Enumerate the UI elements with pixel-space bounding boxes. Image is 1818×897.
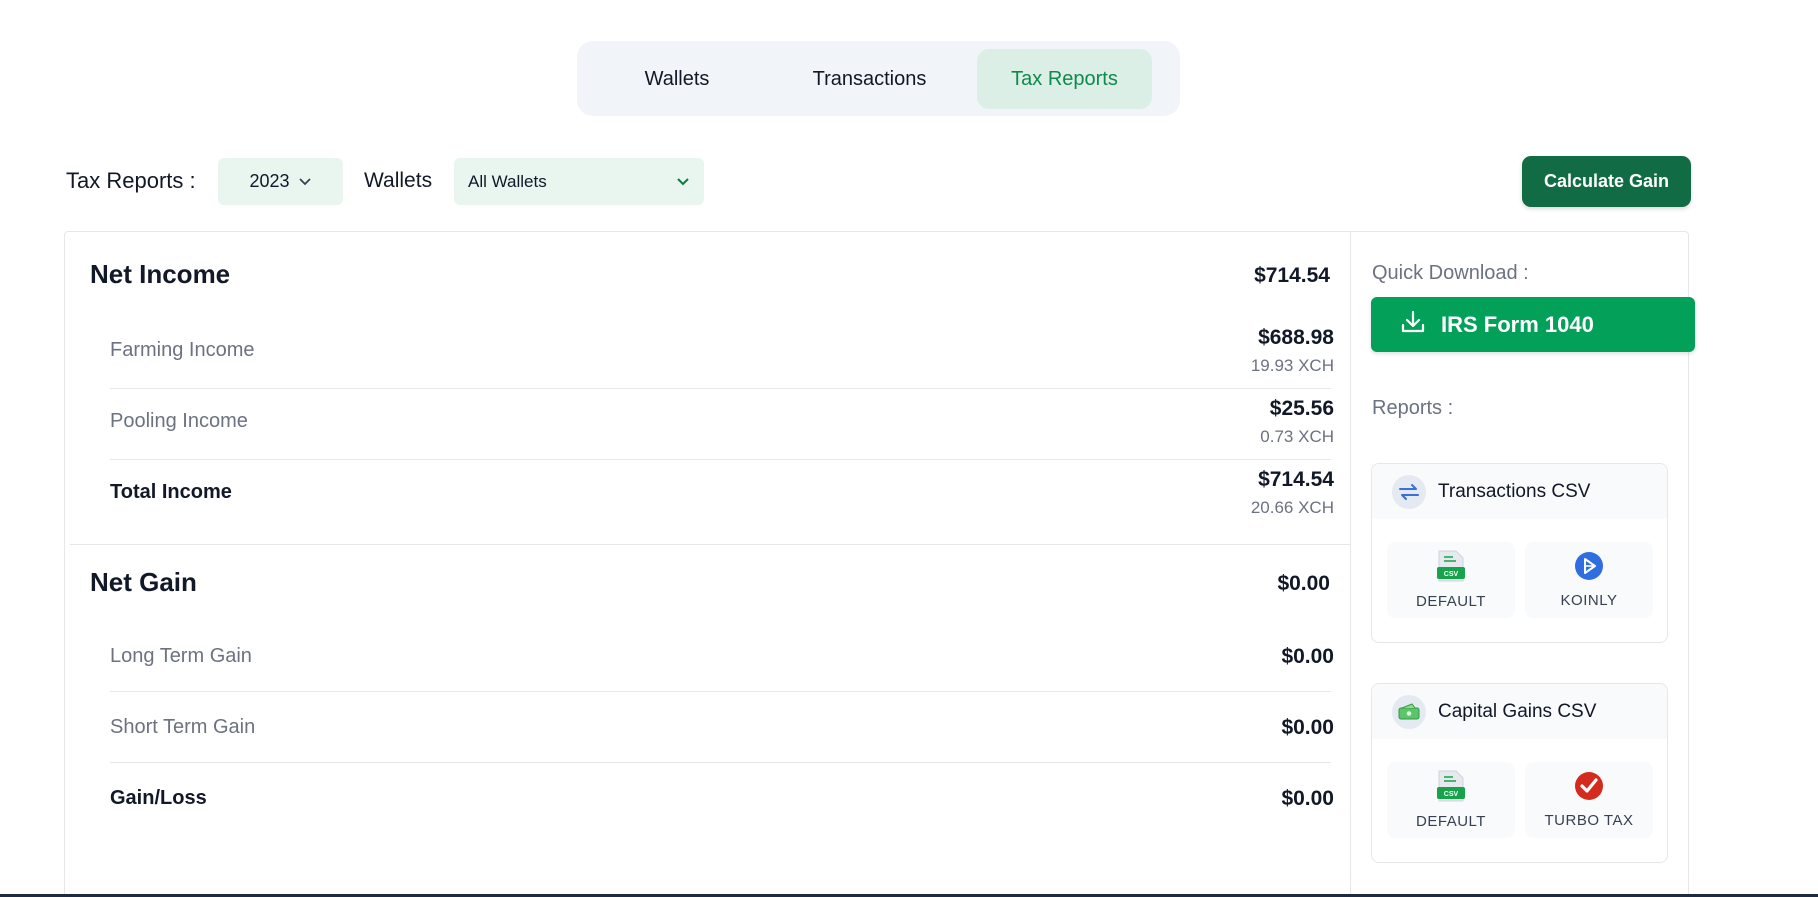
report-title: Transactions CSV <box>1438 480 1591 502</box>
row-xch-value: 0.73 XCH <box>1260 427 1334 446</box>
option-label: TURBO TAX <box>1544 812 1634 829</box>
section-divider <box>70 544 1351 545</box>
reports-label: Reports : <box>1372 397 1454 419</box>
year-value: 2023 <box>249 171 290 191</box>
capital-gains-turbotax-download[interactable]: TURBO TAX <box>1525 762 1653 838</box>
summary-pane: Net Income $714.54 Farming Income $688.9… <box>65 232 1351 897</box>
capital-gains-default-download[interactable]: CSV DEFAULT <box>1387 762 1515 838</box>
net-gain-title: Net Gain <box>90 567 197 597</box>
table-row-long-term-gain: Long Term Gain $0.00 <box>110 621 1334 692</box>
cash-icon <box>1392 694 1426 729</box>
table-row-gain-loss: Gain/Loss $0.00 <box>110 763 1334 834</box>
chevron-down-icon <box>298 177 312 187</box>
tab-transactions[interactable]: Transactions <box>792 49 947 109</box>
row-label: Gain/Loss <box>110 787 207 809</box>
tab-wallets[interactable]: Wallets <box>617 49 737 109</box>
svg-text:CSV: CSV <box>1444 791 1459 798</box>
irs-form-label: IRS Form 1040 <box>1441 311 1594 337</box>
table-row-total-income: Total Income $714.54 20.66 XCH <box>110 460 1334 531</box>
turbotax-check-icon <box>1574 771 1604 806</box>
chevron-down-icon <box>676 177 690 187</box>
row-label: Farming Income <box>110 339 255 361</box>
row-usd-value: $714.54 <box>1258 468 1334 491</box>
report-card-header: Capital Gains CSV <box>1372 684 1667 739</box>
transactions-csv-card: Transactions CSV CSV DEFAULT KOINLY <box>1371 463 1668 643</box>
report-title: Capital Gains CSV <box>1438 700 1597 722</box>
tax-report-card: Net Income $714.54 Farming Income $688.9… <box>64 231 1695 897</box>
wallets-label: Wallets <box>364 169 433 192</box>
downloads-pane: Quick Download : IRS Form 1040 Reports :… <box>1351 232 1695 897</box>
net-gain-value: $0.00 <box>1277 572 1330 595</box>
year-select[interactable]: 2023 <box>218 158 343 205</box>
table-row-short-term-gain: Short Term Gain $0.00 <box>110 692 1334 763</box>
row-label: Long Term Gain <box>110 645 252 667</box>
tax-reports-label: Tax Reports : <box>66 168 196 193</box>
csv-file-icon: CSV <box>1436 550 1466 587</box>
irs-form-download-button[interactable]: IRS Form 1040 <box>1371 297 1695 352</box>
report-card-header: Transactions CSV <box>1372 464 1667 519</box>
row-usd-value: $0.00 <box>1281 787 1334 810</box>
row-usd-value: $0.00 <box>1281 716 1334 739</box>
table-row-farming-income: Farming Income $688.98 19.93 XCH <box>110 318 1334 389</box>
option-label: DEFAULT <box>1416 813 1486 830</box>
capital-gains-csv-card: Capital Gains CSV CSV DEFAULT TURBO TAX <box>1371 683 1668 863</box>
row-usd-value: $688.98 <box>1258 326 1334 349</box>
wallet-select[interactable]: All Wallets <box>454 158 704 205</box>
svg-text:CSV: CSV <box>1444 571 1459 578</box>
row-label: Short Term Gain <box>110 716 256 738</box>
row-label: Total Income <box>110 481 232 503</box>
net-income-value: $714.54 <box>1254 264 1330 287</box>
row-usd-value: $0.00 <box>1281 645 1334 668</box>
top-tab-bar: Wallets Transactions Tax Reports <box>577 41 1180 116</box>
download-icon <box>1399 308 1427 342</box>
transfer-arrows-icon <box>1392 474 1426 509</box>
koinly-logo-icon <box>1574 551 1604 586</box>
option-label: KOINLY <box>1560 592 1618 609</box>
tab-tax-reports[interactable]: Tax Reports <box>977 49 1152 109</box>
option-label: DEFAULT <box>1416 593 1486 610</box>
row-xch-value: 20.66 XCH <box>1250 498 1334 517</box>
csv-file-icon: CSV <box>1436 770 1466 807</box>
row-label: Pooling Income <box>110 410 248 432</box>
transactions-koinly-download[interactable]: KOINLY <box>1525 542 1653 618</box>
row-xch-value: 19.93 XCH <box>1250 356 1334 375</box>
net-income-title: Net Income <box>90 259 231 289</box>
quick-download-label: Quick Download : <box>1372 262 1529 284</box>
table-row-pooling-income: Pooling Income $25.56 0.73 XCH <box>110 389 1334 460</box>
row-usd-value: $25.56 <box>1269 397 1334 420</box>
calculate-gain-button[interactable]: Calculate Gain <box>1522 156 1691 207</box>
transactions-default-download[interactable]: CSV DEFAULT <box>1387 542 1515 618</box>
wallet-select-value: All Wallets <box>468 171 547 191</box>
